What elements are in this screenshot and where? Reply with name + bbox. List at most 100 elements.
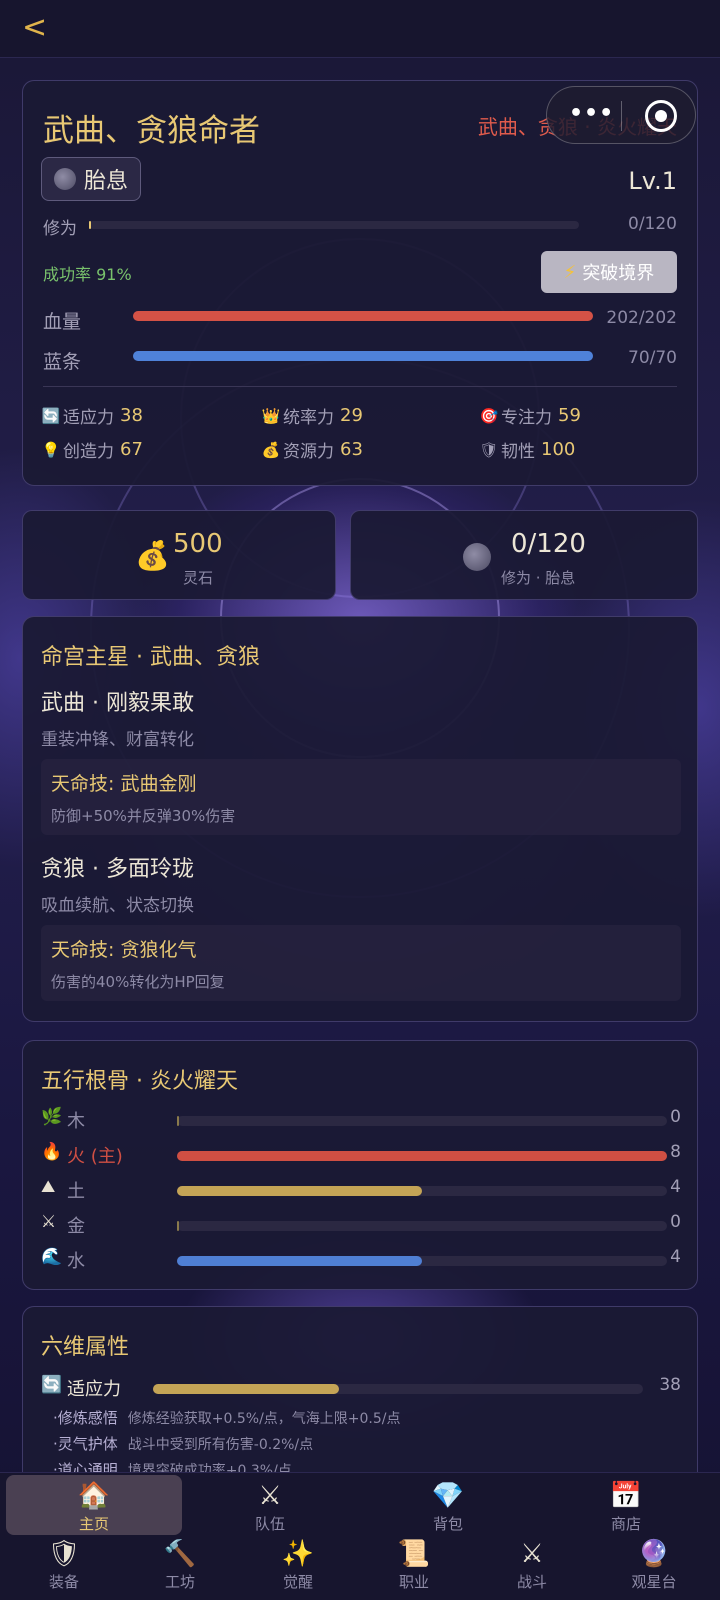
spirit-stone-card[interactable]: 💰 500 灵石 [22, 510, 336, 600]
nav-home[interactable]: 🏠 主页 [6, 1479, 182, 1534]
mp-value: 70/70 [628, 348, 677, 368]
nav-label: 职业 [398, 1573, 429, 1591]
stat-value: 29 [340, 405, 363, 426]
nav-profession[interactable]: 📜 职业 [356, 1537, 472, 1592]
nav-label: 商店 [610, 1515, 641, 1533]
nav-label: 工坊 [164, 1573, 195, 1591]
refresh-icon: 🔄 [41, 1375, 63, 1395]
attr-row-adaptability[interactable]: 🔄 适应力 38 [41, 1375, 681, 1401]
mini-program-capsule: ••• [546, 86, 696, 144]
fire-icon: 🔥 [41, 1142, 63, 1162]
breakthrough-button[interactable]: ⚡ 突破境界 [541, 251, 677, 293]
skill-desc-2: 伤害的40%转化为HP回复 [51, 973, 225, 991]
realm-badge[interactable]: 胎息 [41, 157, 142, 201]
nav-label: 队伍 [254, 1515, 285, 1533]
back-button[interactable]: < [22, 10, 47, 45]
cultivation-card[interactable]: 0/120 修为 · 胎息 [350, 510, 698, 600]
hammer-icon: 🔨 [163, 1539, 197, 1569]
element-bar [177, 1151, 667, 1161]
target-icon: 🎯 [479, 406, 499, 425]
calendar-shop-icon: 📅 [609, 1481, 643, 1511]
stat-creativity: 💡 创造力 67 [41, 437, 143, 462]
elements-title: 五行根骨 · 炎火耀天 [41, 1069, 238, 1094]
level-label: Lv.1 [628, 167, 677, 195]
nav-label: 观星台 [631, 1573, 677, 1591]
money-bag-icon: 💰 [261, 440, 281, 459]
attr-name: 适应力 [67, 1379, 121, 1400]
cultivation-value: 0/120 [628, 214, 677, 234]
nav-battle[interactable]: ⚔ 战斗 [474, 1537, 590, 1592]
nav-label: 背包 [432, 1515, 463, 1533]
stat-command: 👑 统率力 29 [261, 403, 363, 428]
element-value: 8 [670, 1142, 681, 1162]
cultivation-label: 修为 [43, 219, 77, 239]
nav-shop[interactable]: 📅 商店 [538, 1479, 714, 1534]
spirit-stone-label: 灵石 [183, 569, 214, 587]
element-earth: ⛰ 土 4 [41, 1177, 681, 1203]
lightning-icon: ⚡ [563, 261, 577, 283]
element-bar-fill [177, 1186, 422, 1196]
sparkles-icon: ✨ [281, 1539, 315, 1569]
element-name: 水 [67, 1251, 85, 1272]
cultivation-bar-fill [89, 221, 91, 229]
scroll-icon: 📜 [397, 1539, 431, 1569]
more-icon[interactable]: ••• [569, 101, 614, 126]
mp-bar [133, 351, 593, 361]
crown-icon: 👑 [261, 406, 281, 425]
mp-bar-fill [133, 351, 593, 361]
nav-team[interactable]: ⚔ 队伍 [182, 1479, 358, 1534]
nav-label: 装备 [48, 1573, 79, 1591]
stat-focus: 🎯 专注力 59 [479, 403, 581, 428]
hp-value: 202/202 [606, 308, 677, 328]
attr-sub-1: ·修炼感悟 修炼经验获取+0.5%/点，气海上限+0.5/点 [53, 1407, 401, 1428]
wave-icon: 🌊 [41, 1247, 63, 1267]
house-icon: 🏠 [77, 1481, 111, 1511]
attr-sub-key: ·灵气护体 [53, 1435, 118, 1453]
star-desc-1: 重装冲锋、财富转化 [41, 730, 194, 750]
diamond-icon: 💎 [431, 1481, 465, 1511]
stat-name: 韧性 [501, 442, 535, 462]
mountain-icon: ⛰ [41, 1177, 56, 1197]
lightbulb-icon: 💡 [41, 440, 61, 459]
crossed-swords-icon: ⚔ [258, 1481, 282, 1511]
spirit-stone-value: 500 [173, 529, 223, 559]
crystal-ball-icon: 🔮 [637, 1539, 671, 1569]
nav-bag[interactable]: 💎 背包 [360, 1479, 536, 1534]
cultivation-card-value: 0/120 [511, 529, 586, 559]
element-bar [177, 1186, 667, 1196]
nav-workshop[interactable]: 🔨 工坊 [122, 1537, 238, 1592]
cultivation-card-label: 修为 · 胎息 [501, 569, 576, 587]
destiny-star-card: 命宫主星 · 武曲、贪狼 武曲 · 刚毅果敢 重装冲锋、财富转化 天命技: 武曲… [22, 616, 698, 1022]
attr-sub-2: ·灵气护体 战斗中受到所有伤害-0.2%/点 [53, 1433, 313, 1454]
stat-value: 59 [558, 405, 581, 426]
element-bar-fill [177, 1256, 422, 1266]
element-fire: 🔥 火 (主) 8 [41, 1142, 681, 1168]
stat-toughness: 🛡 韧性 100 [479, 437, 575, 462]
stat-name: 资源力 [283, 442, 334, 462]
element-name: 木 [67, 1111, 85, 1132]
top-bar: < [0, 0, 720, 58]
element-name: 火 (主) [67, 1146, 123, 1167]
nav-awaken[interactable]: ✨ 觉醒 [240, 1537, 356, 1592]
capsule-divider [621, 101, 622, 131]
element-name: 土 [67, 1181, 85, 1202]
skill-title-1: 天命技: 武曲金刚 [51, 773, 197, 795]
attr-sub-desc: 战斗中受到所有伤害-0.2%/点 [127, 1437, 314, 1453]
star-name-2: 贪狼 · 多面玲珑 [41, 857, 194, 882]
close-target-icon[interactable] [645, 100, 677, 132]
nav-stargazing[interactable]: 🔮 观星台 [596, 1537, 712, 1592]
element-value: 0 [670, 1212, 681, 1232]
stat-adaptability: 🔄 适应力 38 [41, 403, 143, 428]
leaf-icon: 🌿 [41, 1107, 63, 1127]
stat-value: 67 [120, 439, 143, 460]
nav-label: 主页 [78, 1515, 109, 1533]
hp-bar-fill [133, 311, 593, 321]
star-name-1: 武曲 · 刚毅果敢 [41, 691, 194, 716]
nav-equipment[interactable]: 🛡 装备 [6, 1537, 122, 1592]
attr-sub-desc: 修炼经验获取+0.5%/点，气海上限+0.5/点 [127, 1411, 401, 1427]
stat-value: 63 [340, 439, 363, 460]
element-name: 金 [67, 1216, 85, 1237]
crossed-swords-icon: ⚔ [520, 1539, 544, 1569]
bottom-nav: 🏠 主页 ⚔ 队伍 💎 背包 📅 商店 🛡 装备 🔨 工坊 ✨ 觉醒 📜 职业 … [0, 1472, 720, 1600]
stats-divider [43, 386, 677, 387]
